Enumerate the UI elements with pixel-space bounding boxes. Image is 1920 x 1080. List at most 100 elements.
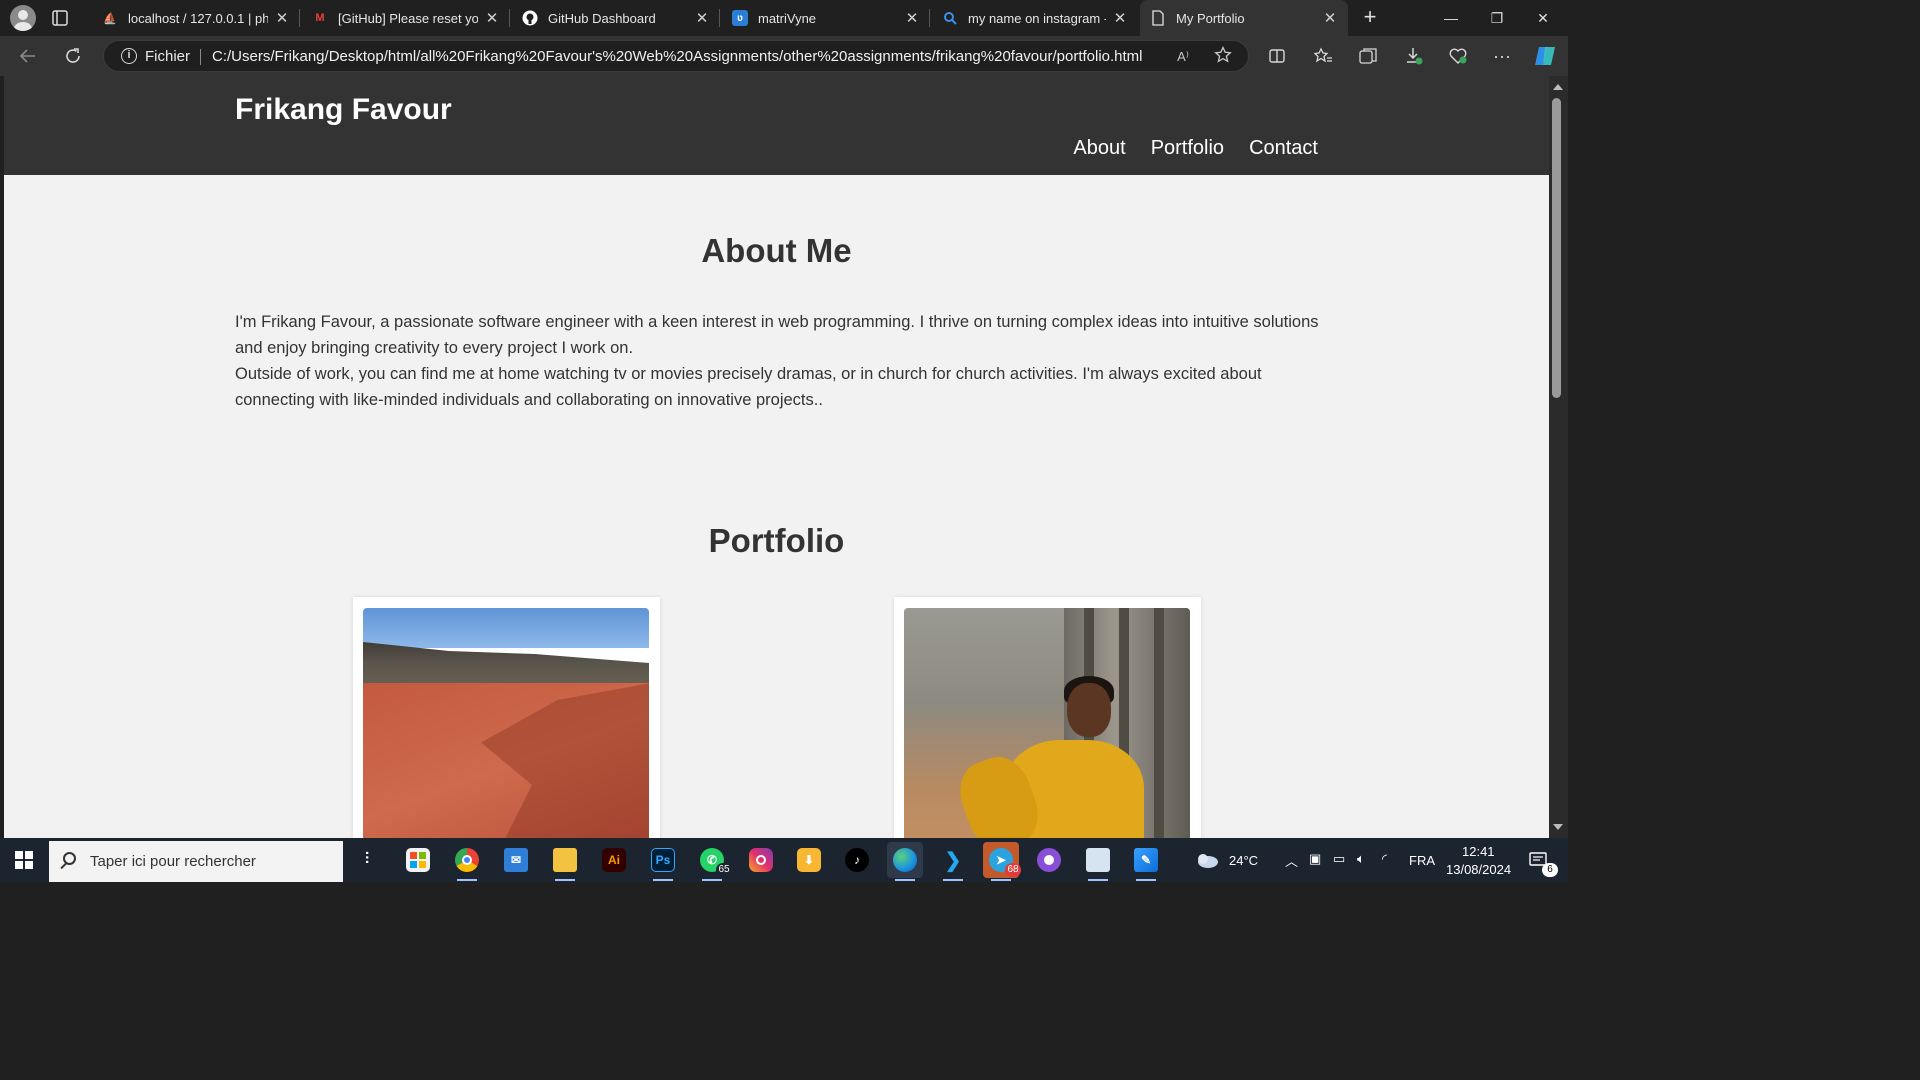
minimize-button[interactable]: — (1428, 0, 1474, 36)
tab-title: localhost / 127.0.0.1 | phpMyAdmin (128, 10, 268, 26)
tab-title: matriVyne (758, 10, 817, 26)
windows-start-icon[interactable] (0, 838, 48, 882)
close-tab-icon[interactable]: ✕ (904, 9, 920, 27)
notepad-icon[interactable] (1080, 842, 1116, 881)
nav-link-contact[interactable]: Contact (1249, 137, 1318, 160)
close-tab-icon[interactable]: ✕ (694, 9, 710, 27)
orange-wall-photo (363, 608, 649, 838)
tab-actions-icon[interactable] (50, 8, 70, 28)
gmail-icon: M (315, 12, 325, 24)
close-window-button[interactable]: ✕ (1520, 0, 1566, 36)
task-view-icon[interactable]: ⫶ (349, 842, 385, 878)
tab-phpmyadmin[interactable]: ⛵ localhost / 127.0.0.1 | phpMyAdmin ✕ (92, 0, 300, 36)
scroll-down-arrow-icon[interactable] (1553, 824, 1563, 830)
split-screen-icon[interactable] (1264, 44, 1290, 68)
instagram-icon[interactable] (743, 842, 779, 878)
matrivyne-icon: ʋ (732, 10, 748, 26)
about-paragraph-1: I'm Frikang Favour, a passionate softwar… (235, 313, 1319, 357)
whatsapp-badge: 65 (716, 863, 732, 877)
scroll-up-arrow-icon[interactable] (1553, 84, 1563, 90)
tab-github-dashboard[interactable]: GitHub Dashboard ✕ (512, 0, 720, 36)
windows-taskbar: Taper ici pour rechercher ⫶ ✉ Ai Ps ✆ 65… (0, 838, 1568, 882)
telegram-badge: 68 (1005, 863, 1021, 877)
portfolio-item[interactable] (894, 597, 1201, 838)
file-scheme-label: Fichier (145, 48, 191, 65)
chevron-up-icon[interactable]: ︿ (1285, 851, 1298, 870)
refresh-icon[interactable] (60, 44, 86, 68)
scrollbar-thumb[interactable] (1552, 98, 1561, 398)
battery-icon[interactable]: ▭ (1333, 851, 1345, 867)
microsoft-store-icon[interactable] (400, 842, 436, 878)
site-header: Frikang Favour About Portfolio Contact (4, 76, 1549, 175)
volume-icon[interactable]: 🔈︎ (1357, 851, 1365, 867)
weather-icon[interactable] (1192, 842, 1222, 878)
copilot-icon[interactable] (1532, 44, 1558, 68)
page-icon (1150, 10, 1166, 26)
search-icon (63, 852, 76, 865)
address-bar[interactable]: i Fichier C:/Users/Frikang/Desktop/html/… (103, 40, 1249, 72)
tab-title: My Portfolio (1176, 10, 1245, 26)
notification-count: 6 (1542, 863, 1558, 877)
telegram-icon[interactable]: ➤ 68 (983, 842, 1021, 881)
about-heading: About Me (701, 232, 852, 269)
tab-title: GitHub Dashboard (548, 10, 656, 26)
device-icon[interactable]: ▣ (1309, 851, 1321, 867)
tab-instagram-search[interactable]: my name on instagram - Recherche ✕ (932, 0, 1138, 36)
chrome-icon[interactable] (449, 842, 485, 881)
taskbar-search-box[interactable]: Taper ici pour rechercher (49, 841, 343, 882)
browser-essentials-icon[interactable] (1445, 44, 1471, 68)
favorite-star-icon[interactable] (1212, 45, 1234, 68)
url-text[interactable]: C:/Users/Frikang/Desktop/html/all%20Frik… (212, 48, 1143, 65)
clock-time[interactable]: 12:41 (1462, 844, 1495, 859)
back-arrow-icon[interactable] (15, 44, 41, 68)
tab-title: my name on instagram - Recherche (968, 10, 1106, 26)
close-tab-icon[interactable]: ✕ (274, 9, 290, 27)
restore-button[interactable]: ❐ (1474, 0, 1520, 36)
weather-temperature[interactable]: 24°C (1229, 853, 1258, 868)
page-scrollbar[interactable] (1549, 76, 1568, 838)
close-tab-icon[interactable]: ✕ (1322, 9, 1338, 27)
more-options-icon[interactable]: ··· (1489, 44, 1515, 68)
favorites-icon[interactable] (1310, 44, 1336, 68)
read-aloud-icon[interactable]: A⁾ (1172, 46, 1194, 68)
clock-date[interactable]: 13/08/2024 (1446, 862, 1511, 877)
portfolio-item[interactable] (353, 597, 660, 838)
nav-link-portfolio[interactable]: Portfolio (1151, 137, 1224, 160)
about-paragraph-2: Outside of work, you can find me at home… (235, 365, 1262, 409)
about-text: I'm Frikang Favour, a passionate softwar… (235, 309, 1320, 413)
downloads-icon[interactable] (1401, 44, 1427, 68)
tab-title: [GitHub] Please reset your password (338, 10, 478, 26)
vscode-icon[interactable]: ❯ (935, 842, 971, 881)
profile-avatar[interactable] (10, 5, 36, 31)
info-icon[interactable]: i (121, 48, 137, 64)
downloader-icon[interactable]: ⬇ (791, 842, 827, 878)
github-desktop-icon[interactable] (1031, 842, 1067, 878)
illustrator-icon[interactable]: Ai (596, 842, 632, 878)
github-icon (522, 10, 538, 26)
close-tab-icon[interactable]: ✕ (1112, 9, 1128, 27)
collections-icon[interactable] (1355, 44, 1381, 68)
browser-toolbar: i Fichier C:/Users/Frikang/Desktop/html/… (0, 36, 1568, 76)
tab-my-portfolio[interactable]: My Portfolio ✕ (1140, 0, 1348, 36)
browser-tab-strip: ⛵ localhost / 127.0.0.1 | phpMyAdmin ✕ M… (0, 0, 1568, 36)
mail-icon[interactable]: ✉ (498, 842, 534, 878)
phpmyadmin-icon: ⛵ (103, 12, 117, 25)
tab-gmail[interactable]: M [GitHub] Please reset your password ✕ (302, 0, 510, 36)
site-nav: About Portfolio Contact (1073, 137, 1318, 160)
photoshop-icon[interactable]: Ps (645, 842, 681, 881)
whatsapp-icon[interactable]: ✆ 65 (694, 842, 732, 881)
notification-center-icon[interactable]: 6 (1520, 842, 1558, 878)
wifi-icon[interactable]: ◜ (1382, 851, 1387, 867)
woman-in-yellow-photo (904, 608, 1190, 838)
new-tab-button[interactable]: + (1358, 6, 1382, 30)
portfolio-heading: Portfolio (708, 522, 845, 559)
paint-icon[interactable]: ✎ (1128, 842, 1164, 881)
tiktok-icon[interactable]: ♪ (839, 842, 875, 878)
file-explorer-icon[interactable] (547, 842, 583, 881)
close-tab-icon[interactable]: ✕ (484, 9, 500, 27)
tab-matrivyne[interactable]: ʋ matriVyne ✕ (722, 0, 930, 36)
input-language[interactable]: FRA (1409, 853, 1435, 868)
nav-link-about[interactable]: About (1073, 137, 1125, 160)
site-title: Frikang Favour (235, 93, 452, 126)
edge-icon[interactable] (887, 842, 923, 881)
